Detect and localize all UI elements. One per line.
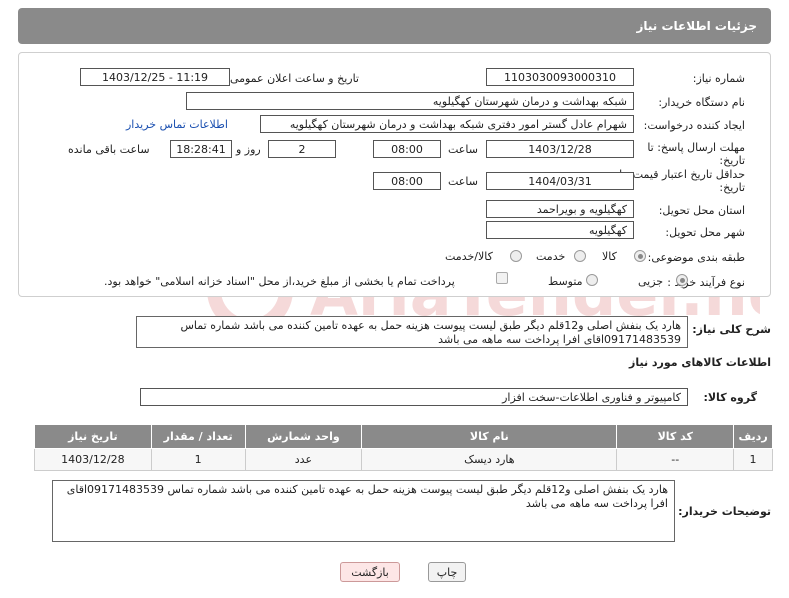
creator-field: شهرام عادل گستر امور دفتری شبکه بهداشت و… [260,115,634,133]
price-time-field: 08:00 [373,172,441,190]
process-radio-minor[interactable] [676,274,688,286]
province-label: استان محل تحویل: [658,204,745,217]
col-unit: واحد شمارش [244,424,363,449]
category-radio-both[interactable] [510,250,522,262]
buyer-contact-link[interactable]: اطلاعات تماس خریدار [126,118,228,131]
cell-code: -- [616,448,735,471]
announce-label: تاریخ و ساعت اعلان عمومی: [226,72,359,85]
back-button[interactable]: بازگشت [340,562,400,582]
reply-deadline-label: مهلت ارسال پاسخ: تا [647,141,745,154]
col-code: کد کالا [616,424,735,449]
reply-time-label: ساعت [448,143,478,156]
need-number-label: شماره نیاز: [692,72,745,85]
cell-date: 1403/12/28 [34,448,152,471]
buyer-org-label: نام دستگاه خریدار: [658,96,745,109]
reply-date-field: 1403/12/28 [486,140,634,158]
buyer-notes-box: هارد یک بنفش اصلی و12قلم دیگر طبق لیست پ… [52,480,675,542]
cell-unit: عدد [244,448,363,471]
category-radio-service[interactable] [574,250,586,262]
category-option-service: خدمت [536,250,566,263]
category-option-goods: کالا [602,250,617,263]
page-title: جزئیات اطلاعات نیاز [636,19,757,33]
process-option-medium: متوسط [548,275,583,288]
buyer-org-field: شبکه بهداشت و درمان شهرستان کهگیلویه [186,92,634,110]
need-number-field: 1103030093000310 [486,68,634,86]
treasury-checkbox[interactable] [496,272,508,284]
goods-table: ردیف کد کالا نام کالا واحد شمارش تعداد /… [34,424,773,471]
remaining-time-field: 18:28:41 [170,140,232,158]
cell-name: هارد دیسک [361,448,618,471]
col-name: نام کالا [361,424,618,449]
reply-time-field: 08:00 [373,140,441,158]
category-radio-goods[interactable] [634,250,646,262]
payment-note: پرداخت تمام یا بخشی از مبلغ خرید،از محل … [104,275,455,288]
cell-qty: 1 [150,448,246,471]
days-label: روز و [236,143,261,156]
remaining-label: ساعت باقی مانده [68,143,150,156]
category-label: طبقه بندی موضوعی: [647,251,745,264]
reply-deadline-label-2: تاریخ: [719,154,745,167]
province-field: کهگیلویه و بویراحمد [486,200,634,218]
creator-label: ایجاد کننده درخواست: [643,119,745,132]
days-field: 2 [268,140,336,158]
category-option-both: کالا/خدمت [445,250,493,263]
table-row: 1 -- هارد دیسک عدد 1 1403/12/28 [34,448,773,471]
cell-row: 1 [733,448,773,471]
price-validity-label-2: تاریخ: [719,181,745,194]
goods-group-label: گروه کالا: [703,391,757,404]
print-button[interactable]: چاپ [428,562,466,582]
col-date: تاریخ نیاز [34,424,152,449]
process-radio-medium[interactable] [586,274,598,286]
goods-section-title: اطلاعات کالاهای مورد نیاز [629,356,771,369]
col-row: ردیف [733,424,773,449]
description-box: هارد یک بنفش اصلی و12قلم دیگر طبق لیست پ… [136,316,688,348]
city-label: شهر محل تحویل: [665,226,745,239]
process-option-minor: جزیی [638,275,664,288]
page-header: جزئیات اطلاعات نیاز [18,8,771,44]
price-validity-label: حداقل تاریخ اعتبار قیمت: تا [619,168,745,181]
price-date-field: 1404/03/31 [486,172,634,190]
goods-group-field: کامپیوتر و فناوری اطلاعات-سخت افزار [140,388,688,406]
city-field: کهگیلویه [486,221,634,239]
buyer-notes-label: توضیحات خریدار: [678,505,771,518]
price-time-label: ساعت [448,175,478,188]
col-qty: تعداد / مقدار [150,424,246,449]
announce-field: 1403/12/25 - 11:19 [80,68,230,86]
description-label: شرح کلی نیاز: [692,323,771,336]
